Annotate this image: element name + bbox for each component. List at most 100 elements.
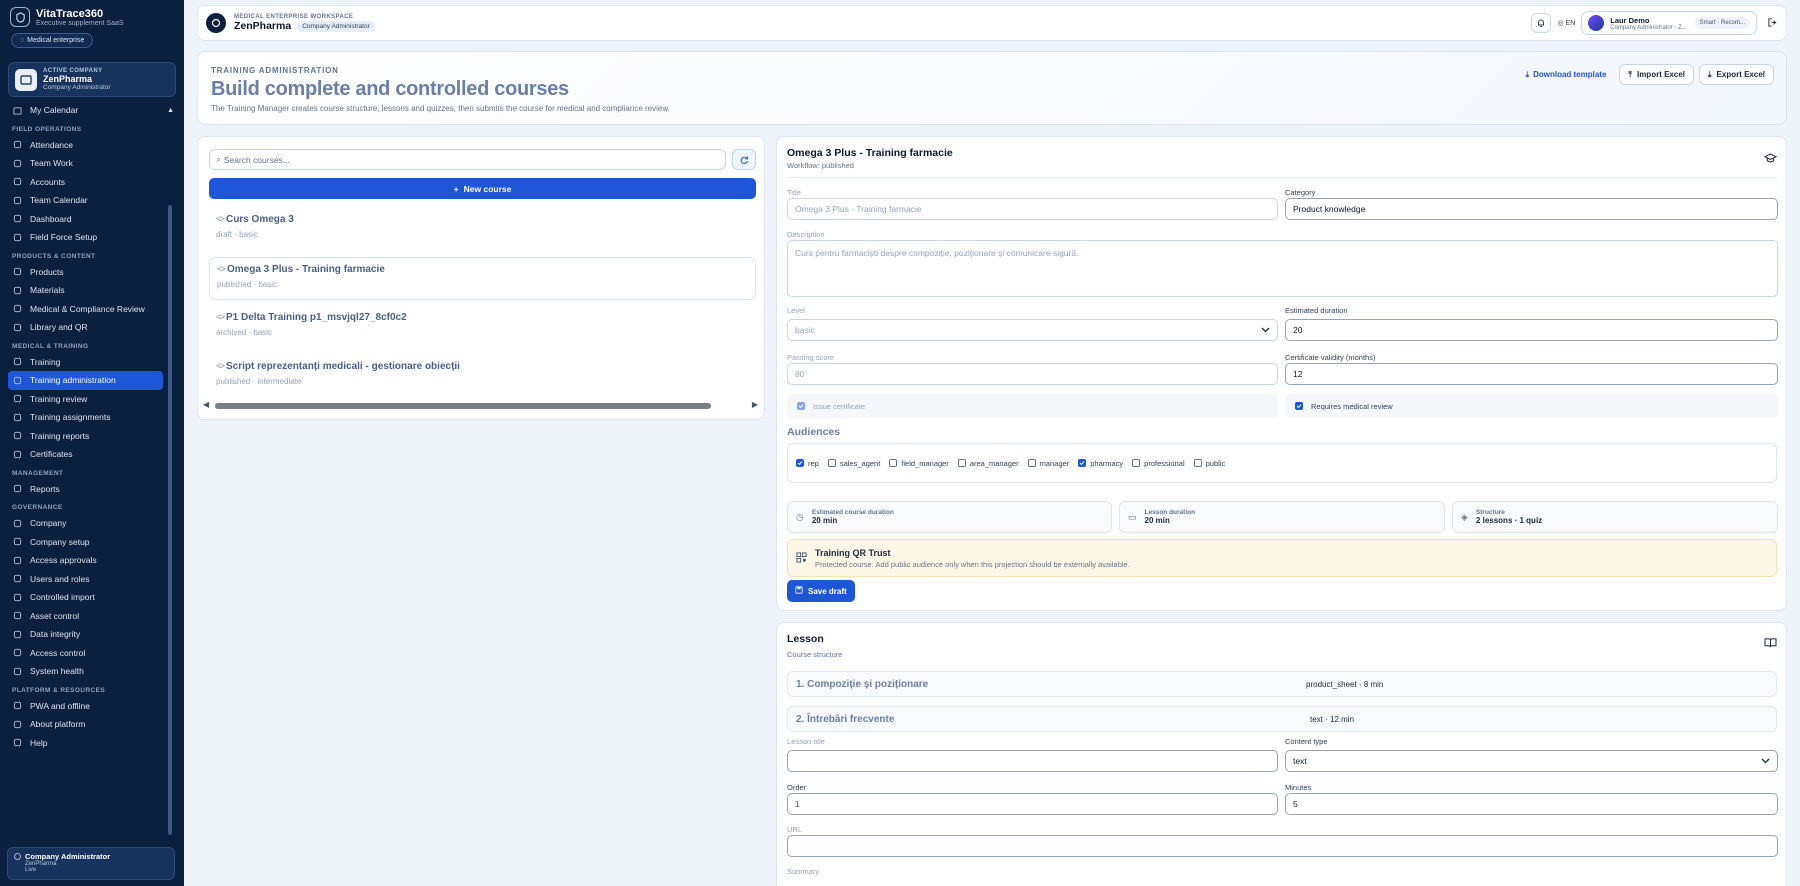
sidebar-item-asset-control[interactable]: Asset control: [0, 607, 184, 626]
passing-score-input[interactable]: 80: [787, 363, 1278, 385]
checkbox-empty-icon[interactable]: [827, 459, 836, 467]
minutes-label: Minutes: [1285, 783, 1312, 792]
content-type-select[interactable]: text: [1285, 750, 1778, 772]
sidebar-item-controlled-import[interactable]: Controlled import: [0, 588, 184, 607]
scrollbar-thumb[interactable]: [215, 403, 711, 409]
file-check-icon: [13, 394, 22, 403]
chevron-up-icon[interactable]: ▲: [167, 107, 174, 114]
checkbox-checked-icon[interactable]: [797, 402, 805, 410]
nav-section-field: FIELD OPERATIONS: [12, 125, 82, 133]
course-list-item[interactable]: Omega 3 Plus - Training farmacie publishe…: [209, 257, 756, 300]
brand-logo-icon: [10, 7, 30, 27]
audience-manager-checkbox[interactable]: manager: [1027, 459, 1069, 468]
sidebar-item-access-control[interactable]: Access control: [0, 644, 184, 663]
course-editor-title: Omega 3 Plus - Training farmacie: [787, 147, 953, 159]
audience-rep-checkbox[interactable]: rep: [796, 459, 819, 468]
course-list-item[interactable]: Script reprezentanți medicali - gestiona…: [209, 355, 756, 398]
checkbox-empty-icon[interactable]: [889, 459, 898, 467]
page-header: TRAINING ADMINISTRATION Build complete a…: [197, 51, 1787, 125]
sidebar-item-attendance[interactable]: Attendance: [0, 136, 184, 155]
category-input[interactable]: Product knowledge: [1285, 198, 1778, 220]
checkbox-empty-icon[interactable]: [1027, 459, 1036, 467]
sidebar-item-accounts[interactable]: Accounts: [0, 173, 184, 192]
search-input[interactable]: ⌕ Search courses...: [209, 149, 726, 170]
sidebar-item-training-review[interactable]: Training review: [0, 390, 184, 409]
audience-sales-agent-checkbox[interactable]: sales_agent: [827, 459, 880, 468]
url-input[interactable]: [787, 835, 1778, 857]
bell-icon[interactable]: [1531, 13, 1552, 33]
description-textarea[interactable]: Curs pentru farmaciști despre compoziție…: [787, 240, 1778, 297]
sidebar-item-products[interactable]: Products: [0, 263, 184, 282]
upload-icon: ⤒: [1628, 69, 1632, 79]
sidebar-item-system-health[interactable]: System health: [0, 662, 184, 681]
sidebar-user-card[interactable]: Company Administrator ZenPharma Live: [7, 847, 175, 880]
lesson-row[interactable]: 1. Compoziție și poziționare product_she…: [787, 671, 1777, 697]
lesson-row[interactable]: 2. Întrebări frecvente text · 12 min: [787, 706, 1777, 732]
minutes-input[interactable]: 5: [1285, 793, 1778, 815]
logout-icon[interactable]: [1767, 17, 1778, 30]
audience-pharmacy-checkbox[interactable]: pharmacy: [1078, 459, 1123, 468]
bar-chart-icon: [13, 431, 22, 440]
user-menu[interactable]: Laur Demo Company Administrator · Z... S…: [1581, 11, 1757, 35]
sidebar-item-library-and-qr[interactable]: Library and QR: [0, 318, 184, 337]
export-excel-button[interactable]: ⤓ Export Excel: [1698, 64, 1774, 85]
checkbox-checked-icon[interactable]: [1295, 402, 1303, 410]
sidebar-item-dashboard[interactable]: Dashboard: [0, 210, 184, 229]
sidebar-item-training[interactable]: Training: [0, 353, 184, 372]
checkbox-empty-icon[interactable]: [1132, 459, 1141, 467]
refresh-button[interactable]: [732, 149, 756, 170]
smart-recommendation-pill[interactable]: Smart · Recom...: [1694, 17, 1750, 29]
checkbox-empty-icon[interactable]: [1193, 459, 1202, 467]
active-company-card[interactable]: ACTIVE COMPANY ZenPharma Company Adminis…: [8, 62, 176, 97]
help-circle-icon: [13, 738, 22, 747]
sidebar-item-training-reports[interactable]: Training reports: [0, 427, 184, 446]
issue-certificate-checkbox[interactable]: Issue certificate: [787, 394, 1278, 418]
lesson-subtitle: Course structure: [787, 650, 843, 659]
audience-public-checkbox[interactable]: public: [1193, 459, 1225, 468]
graduation-cap-icon: [216, 313, 225, 322]
sidebar-item-training-assignments[interactable]: Training assignments: [0, 408, 184, 427]
sidebar-item-reports[interactable]: Reports: [0, 480, 184, 499]
sidebar-item-access-approvals[interactable]: Access approvals: [0, 551, 184, 570]
import-excel-button[interactable]: ⤒ Import Excel: [1619, 64, 1694, 85]
course-list-panel: ⌕ Search courses... + New course Curs Om…: [197, 136, 765, 420]
sidebar-item-company[interactable]: Company: [0, 514, 184, 533]
lesson-title-input[interactable]: [787, 750, 1278, 772]
validity-input[interactable]: 12: [1285, 363, 1778, 385]
download-template-button[interactable]: ⤓ Download template: [1526, 70, 1607, 80]
checkbox-checked-icon[interactable]: [796, 459, 804, 467]
checkbox-empty-icon[interactable]: [957, 459, 966, 467]
sidebar-item-medical-and-compliance-review[interactable]: Medical & Compliance Review: [0, 300, 184, 319]
sidebar-item-pwa-and-offline[interactable]: PWA and offline: [0, 697, 184, 716]
language-switcher[interactable]: ◎ EN: [1557, 19, 1575, 28]
new-course-button[interactable]: + New course: [209, 178, 756, 199]
level-select[interactable]: basic: [787, 319, 1278, 341]
sidebar-item-data-integrity[interactable]: Data integrity: [0, 625, 184, 644]
sidebar-item-company-setup[interactable]: Company setup: [0, 533, 184, 552]
sidebar-item-my-calendar[interactable]: My Calendar ▲: [0, 101, 184, 120]
sidebar-item-about-platform[interactable]: About platform: [0, 715, 184, 734]
sidebar-item-users-and-roles[interactable]: Users and roles: [0, 570, 184, 589]
audience-professional-checkbox[interactable]: professional: [1132, 459, 1185, 468]
sidebar-item-certificates[interactable]: Certificates: [0, 445, 184, 464]
scroll-left-icon[interactable]: ◀: [203, 400, 209, 409]
horizontal-scrollbar[interactable]: ◀ ▶: [203, 400, 758, 410]
sidebar-item-team-calendar[interactable]: Team Calendar: [0, 191, 184, 210]
duration-input[interactable]: 20: [1285, 319, 1778, 341]
sidebar-item-field-force-setup[interactable]: Field Force Setup: [0, 228, 184, 247]
audience-field-manager-checkbox[interactable]: field_manager: [889, 459, 949, 468]
checkbox-checked-icon[interactable]: [1078, 459, 1087, 467]
title-input[interactable]: Omega 3 Plus - Training farmacie: [787, 198, 1278, 220]
course-list-item[interactable]: P1 Delta Training p1_msvjql27_8cf0c2 arch…: [209, 306, 756, 349]
save-draft-button[interactable]: Save draft: [787, 580, 855, 602]
sidebar-item-team-work[interactable]: Team Work: [0, 154, 184, 173]
sidebar-scrollbar[interactable]: [168, 205, 172, 835]
audience-area-manager-checkbox[interactable]: area_manager: [957, 459, 1019, 468]
sidebar-item-help[interactable]: Help: [0, 734, 184, 753]
scroll-right-icon[interactable]: ▶: [752, 400, 758, 409]
order-input[interactable]: 1: [787, 793, 1278, 815]
sidebar-item-materials[interactable]: Materials: [0, 281, 184, 300]
course-list-item[interactable]: Curs Omega 3 draft · basic: [209, 208, 756, 251]
sidebar-item-training-administration[interactable]: Training administration: [8, 371, 163, 390]
requires-review-checkbox[interactable]: Requires medical review: [1285, 394, 1778, 418]
